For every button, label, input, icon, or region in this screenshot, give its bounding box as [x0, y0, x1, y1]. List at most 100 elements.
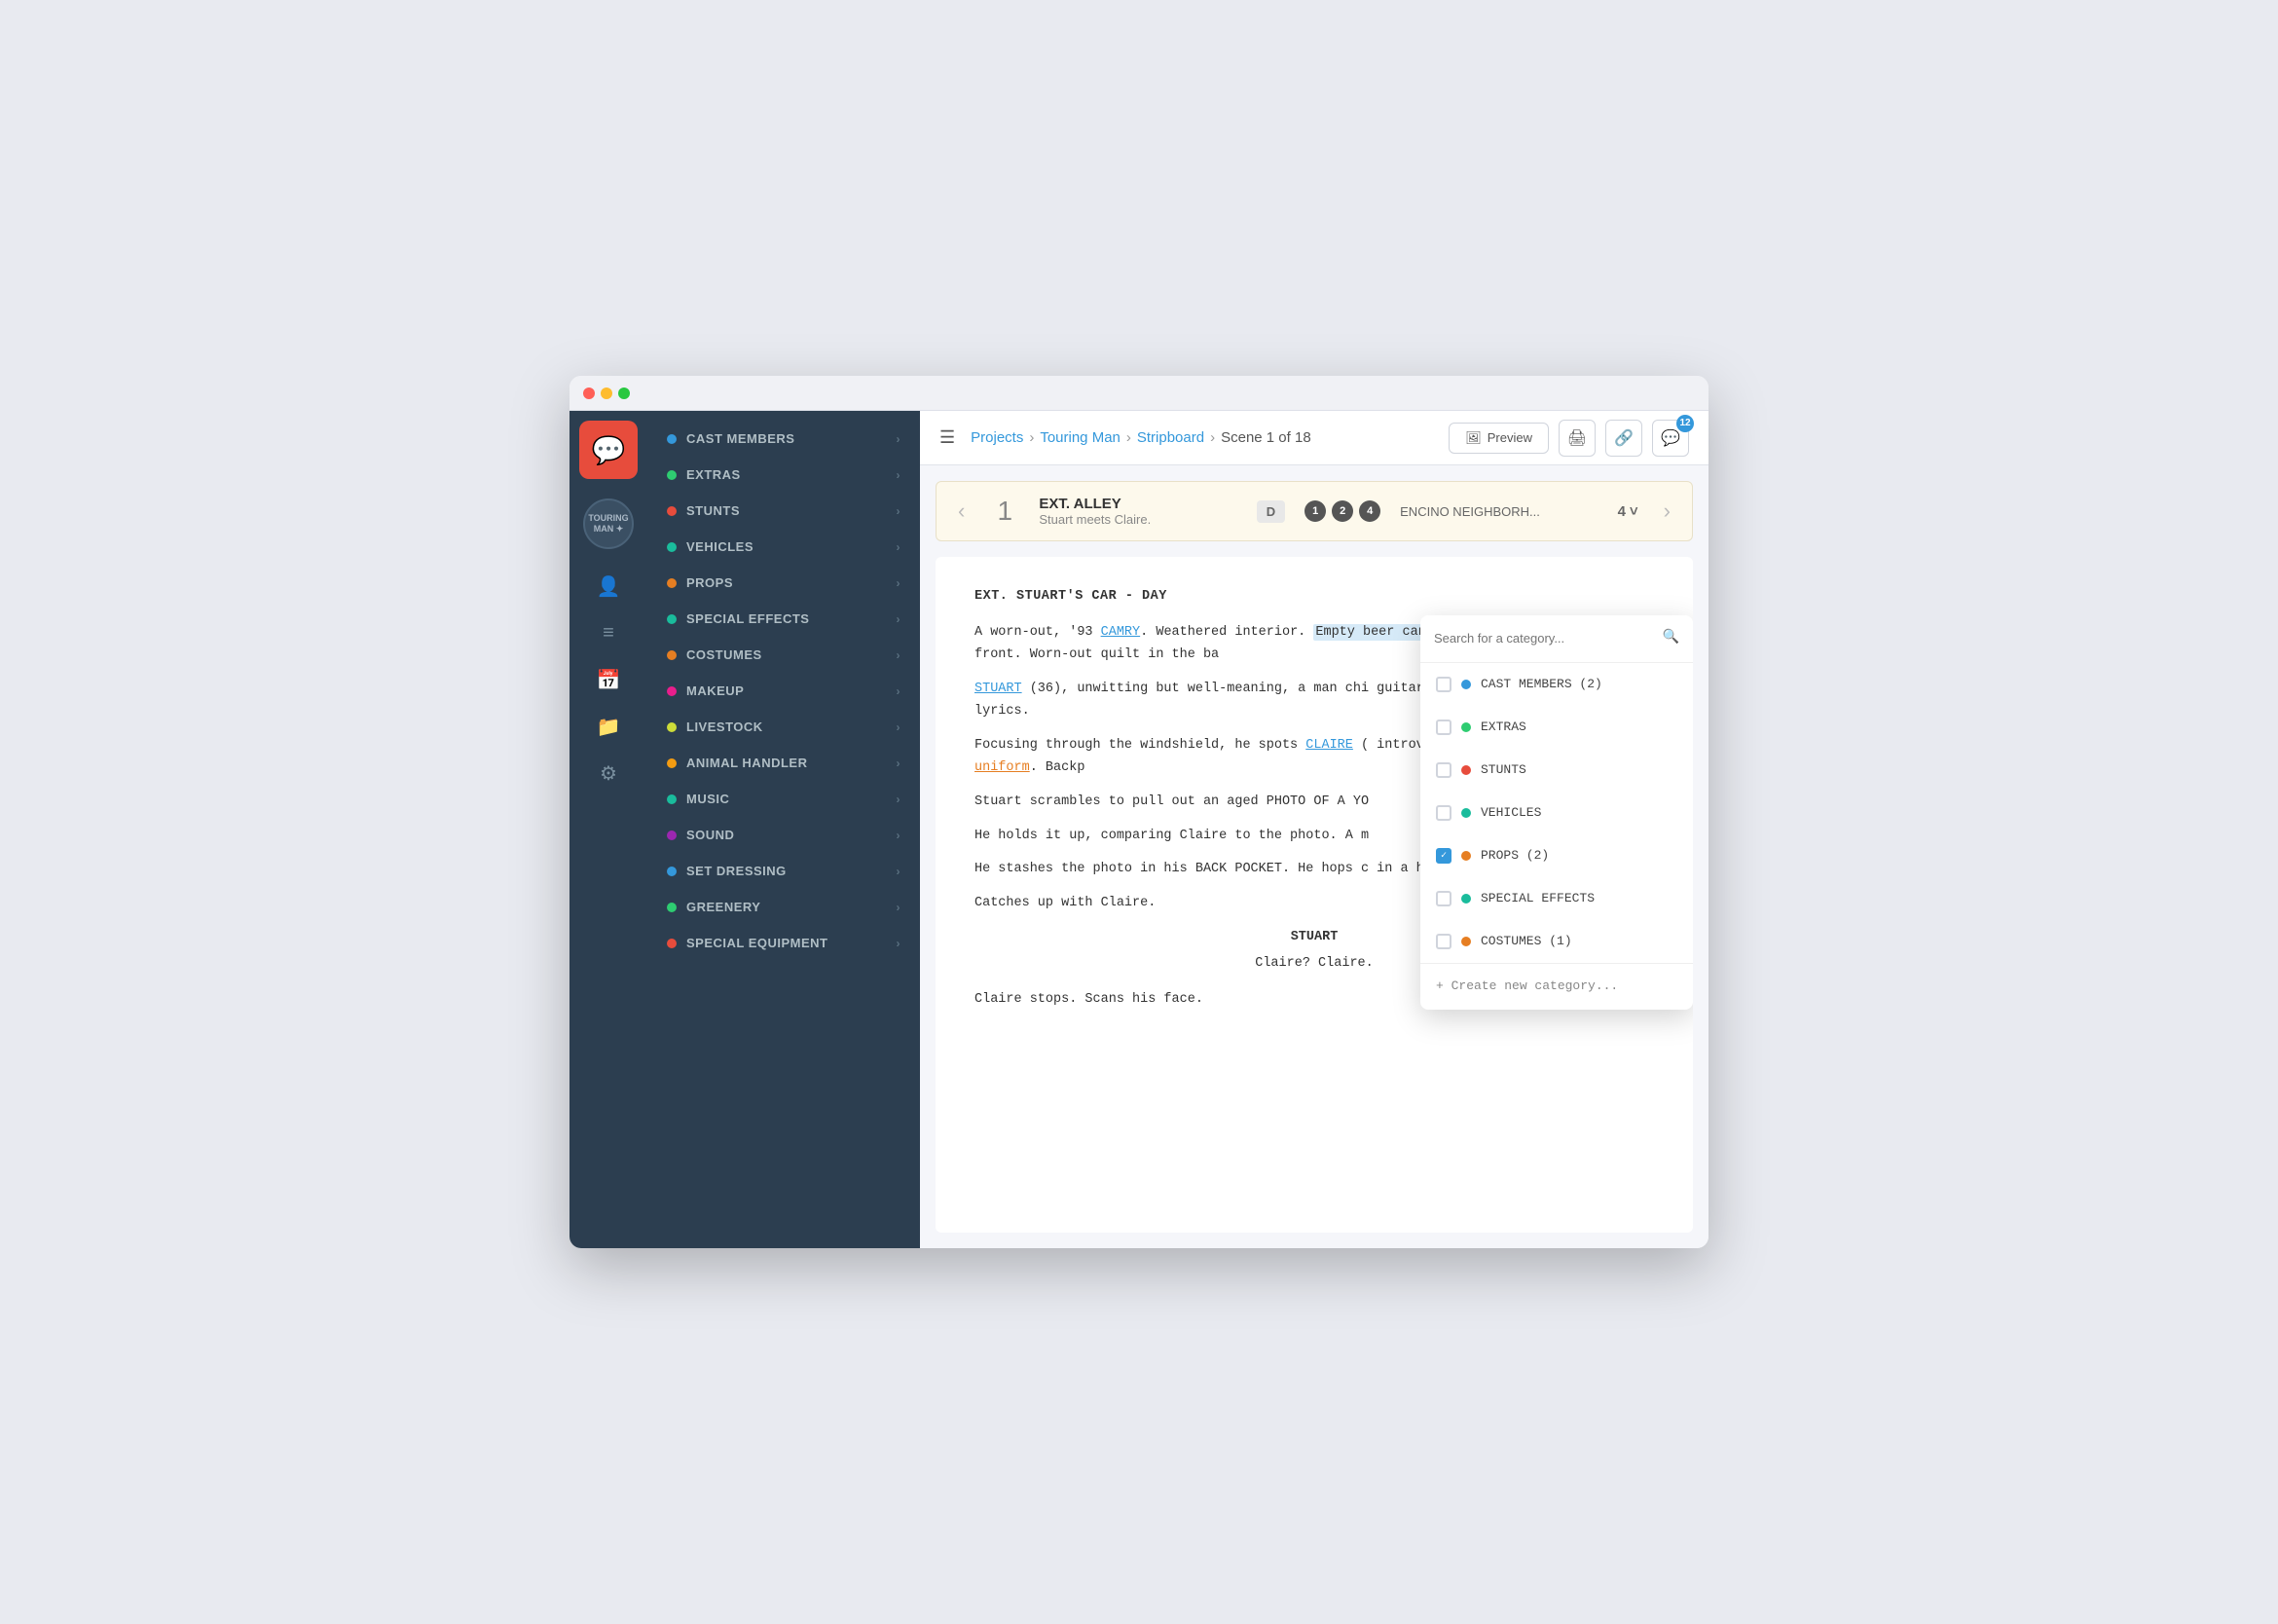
people-icon-btn[interactable]: 👤: [583, 565, 634, 608]
nav-item-props[interactable]: PROPS ›: [647, 565, 920, 601]
claire-link[interactable]: CLAIRE: [1305, 738, 1353, 753]
scene-page-dot: 4: [1359, 500, 1380, 522]
comments-icon: 💬: [1661, 428, 1680, 448]
nav-dot-sound: [667, 830, 677, 840]
dp-checkbox-special-effects[interactable]: [1436, 891, 1451, 906]
nav-item-sound[interactable]: SOUND ›: [647, 817, 920, 853]
breadcrumb-project[interactable]: Touring Man: [1040, 429, 1121, 446]
breadcrumb-view[interactable]: Stripboard: [1137, 429, 1204, 446]
list-icon-btn[interactable]: ≡: [583, 611, 634, 654]
create-category-button[interactable]: + Create new category...: [1420, 963, 1693, 1009]
nav-label-music: MUSIC: [686, 792, 729, 806]
dp-item-extras[interactable]: EXTRAS: [1420, 706, 1693, 749]
dp-checkbox-props[interactable]: [1436, 848, 1451, 864]
scene-number: 1: [990, 496, 1019, 527]
nav-label-cast-members: CAST MEMBERS: [686, 431, 794, 446]
script-para1-mid: . Weathered interior.: [1140, 625, 1313, 640]
project-avatar[interactable]: TOURINGMAN ✦: [583, 498, 634, 549]
nav-item-left-greenery: GREENERY: [667, 900, 760, 914]
nav-item-makeup[interactable]: MAKEUP ›: [647, 673, 920, 709]
nav-item-livestock[interactable]: LIVESTOCK ›: [647, 709, 920, 745]
nav-item-left-special-effects: SPECIAL EFFECTS: [667, 611, 809, 626]
nav-label-livestock: LIVESTOCK: [686, 720, 763, 734]
nav-item-stunts[interactable]: STUNTS ›: [647, 493, 920, 529]
chevron-right-icon-cast-members: ›: [897, 432, 901, 446]
nav-item-extras[interactable]: EXTRAS ›: [647, 457, 920, 493]
dp-checkbox-cast-members[interactable]: [1436, 677, 1451, 692]
scene-strip: ‹ 1 EXT. ALLEY Stuart meets Claire. D 12…: [936, 481, 1693, 541]
settings-icon-btn[interactable]: ⚙: [583, 752, 634, 794]
nav-label-animal-handler: ANIMAL HANDLER: [686, 756, 807, 770]
dp-checkbox-extras[interactable]: [1436, 720, 1451, 735]
category-dropdown: 🔍 CAST MEMBERS (2) EXTRAS STUNTS VEHICLE…: [1420, 615, 1693, 1010]
close-button[interactable]: [583, 388, 595, 399]
dp-checkbox-stunts[interactable]: [1436, 762, 1451, 778]
nav-item-set-dressing[interactable]: SET DRESSING ›: [647, 853, 920, 889]
next-scene-button[interactable]: ›: [1658, 498, 1676, 524]
nav-dot-props: [667, 578, 677, 588]
minimize-button[interactable]: [601, 388, 612, 399]
people-icon: 👤: [597, 574, 621, 599]
camry-link[interactable]: CAMRY: [1101, 625, 1141, 640]
nav-dot-special-equipment: [667, 939, 677, 948]
comments-button[interactable]: 💬 12: [1652, 420, 1689, 457]
nav-item-left-costumes: COSTUMES: [667, 647, 762, 662]
link-button[interactable]: 🔗: [1605, 420, 1642, 457]
scene-subtitle: Stuart meets Claire.: [1039, 512, 1236, 527]
dp-item-vehicles[interactable]: VEHICLES: [1420, 792, 1693, 834]
stuart-link[interactable]: STUART: [974, 682, 1022, 696]
chevron-right-icon-animal-handler: ›: [897, 757, 901, 770]
nav-item-special-effects[interactable]: SPECIAL EFFECTS ›: [647, 601, 920, 637]
dp-item-stunts[interactable]: STUNTS: [1420, 749, 1693, 792]
nav-item-left-livestock: LIVESTOCK: [667, 720, 763, 734]
category-search[interactable]: 🔍: [1420, 615, 1693, 663]
scene-day-tag: D: [1257, 500, 1285, 523]
nav-dot-greenery: [667, 903, 677, 912]
print-button[interactable]: 🖨: [1559, 420, 1596, 457]
nav-item-costumes[interactable]: COSTUMES ›: [647, 637, 920, 673]
preview-button[interactable]: 🖼 Preview: [1449, 423, 1549, 454]
nav-dot-costumes: [667, 650, 677, 660]
dp-item-cast-members[interactable]: CAST MEMBERS (2): [1420, 663, 1693, 706]
app-body: 💬 TOURINGMAN ✦ 👤 ≡ 📅 📁 ⚙: [570, 411, 1708, 1248]
nav-item-animal-handler[interactable]: ANIMAL HANDLER ›: [647, 745, 920, 781]
folder-icon-btn[interactable]: 📁: [583, 705, 634, 748]
nav-dot-music: [667, 794, 677, 804]
nav-item-greenery[interactable]: GREENERY ›: [647, 889, 920, 925]
category-search-input[interactable]: [1434, 631, 1655, 646]
logo-button[interactable]: 💬: [579, 421, 638, 479]
dp-label-props: PROPS (2): [1481, 845, 1549, 867]
nav-item-vehicles[interactable]: VEHICLES ›: [647, 529, 920, 565]
chevron-right-icon-special-effects: ›: [897, 612, 901, 626]
nav-label-vehicles: VEHICLES: [686, 539, 753, 554]
breadcrumb: Projects › Touring Man › Stripboard › Sc…: [971, 429, 1311, 446]
chevron-right-icon-vehicles: ›: [897, 540, 901, 554]
nav-dot-set-dressing: [667, 867, 677, 876]
chevron-right-icon-livestock: ›: [897, 720, 901, 734]
chevron-right-icon-greenery: ›: [897, 901, 901, 914]
chevron-right-icon-extras: ›: [897, 468, 901, 482]
dp-item-costumes[interactable]: COSTUMES (1): [1420, 920, 1693, 963]
dp-checkbox-vehicles[interactable]: [1436, 805, 1451, 821]
comment-badge: 12: [1676, 415, 1694, 432]
prev-scene-button[interactable]: ‹: [952, 498, 971, 524]
maximize-button[interactable]: [618, 388, 630, 399]
nav-item-left-music: MUSIC: [667, 792, 729, 806]
calendar-icon-btn[interactable]: 📅: [583, 658, 634, 701]
chevron-right-icon-costumes: ›: [897, 648, 901, 662]
nav-dot-animal-handler: [667, 758, 677, 768]
nav-item-left-sound: SOUND: [667, 828, 734, 842]
breadcrumb-projects[interactable]: Projects: [971, 429, 1023, 446]
dp-item-props[interactable]: PROPS (2): [1420, 834, 1693, 877]
calendar-icon: 📅: [597, 668, 621, 692]
hamburger-menu-icon[interactable]: ☰: [939, 427, 955, 448]
nav-item-cast-members[interactable]: CAST MEMBERS ›: [647, 421, 920, 457]
nav-label-greenery: GREENERY: [686, 900, 760, 914]
dp-checkbox-costumes[interactable]: [1436, 934, 1451, 949]
folder-icon: 📁: [597, 715, 621, 739]
nav-panel: CAST MEMBERS › EXTRAS › STUNTS › VEHICLE…: [647, 411, 920, 1248]
nav-label-sound: SOUND: [686, 828, 734, 842]
nav-item-music[interactable]: MUSIC ›: [647, 781, 920, 817]
dp-item-special-effects[interactable]: SPECIAL EFFECTS: [1420, 877, 1693, 920]
nav-item-special-equipment[interactable]: SPECIAL EQUIPMENT ›: [647, 925, 920, 961]
